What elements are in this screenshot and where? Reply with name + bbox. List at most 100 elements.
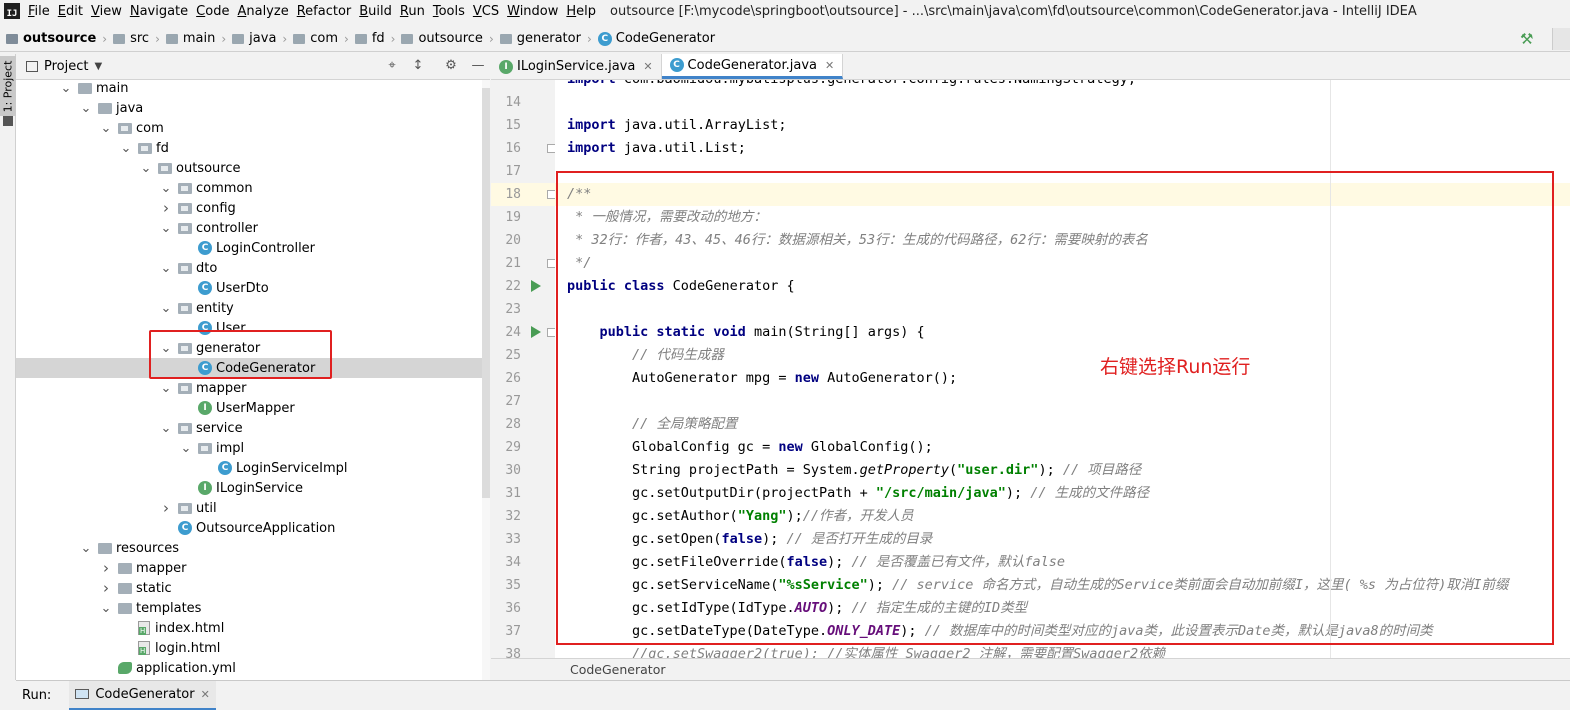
chevron-down-icon[interactable]: ⌄ [100, 121, 112, 136]
menu-file[interactable]: File [28, 4, 50, 19]
chevron-down-icon[interactable]: ⌄ [160, 221, 172, 236]
breadcrumb-separator: › [390, 31, 396, 46]
breadcrumb-item-generator[interactable]: generator [499, 31, 581, 46]
breadcrumb-item-src[interactable]: src [113, 31, 149, 46]
tree-item-main[interactable]: ⌄ main [16, 80, 482, 98]
tree-item-index-html[interactable]: index.html [16, 618, 482, 638]
code-line-partial[interactable]: import com.baomidou.mybatisplus.generato… [555, 80, 1570, 91]
tree-item-userdto[interactable]: C UserDto [16, 278, 482, 298]
chevron-right-icon[interactable]: › [100, 579, 112, 597]
editor-breadcrumb-item[interactable]: CodeGenerator [570, 662, 665, 677]
breadcrumb-item-codegenerator[interactable]: C CodeGenerator [597, 31, 715, 46]
breadcrumb-item-com[interactable]: com [293, 31, 338, 46]
menu-navigate[interactable]: Navigate [130, 4, 188, 19]
chevron-down-icon[interactable]: ⌄ [180, 441, 192, 456]
chevron-down-icon[interactable]: ⌄ [80, 541, 92, 556]
run-gutter-icon[interactable] [531, 280, 541, 292]
tree-item-common[interactable]: ⌄ common [16, 178, 482, 198]
run-gutter-icon[interactable] [531, 326, 541, 338]
menu-build[interactable]: Build [359, 4, 392, 19]
menu-run[interactable]: Run [400, 4, 425, 19]
menu-refactor[interactable]: Refactor [297, 4, 352, 19]
tree-item-static[interactable]: › static [16, 578, 482, 598]
chevron-down-icon[interactable]: ⌄ [160, 261, 172, 276]
chevron-down-icon[interactable]: ▼ [94, 61, 102, 72]
structure-tool-window-button[interactable] [3, 116, 13, 126]
editor-tab-codegenerator-java[interactable]: C CodeGenerator.java ✕ [661, 54, 844, 79]
project-panel-title[interactable]: Project [44, 59, 88, 74]
tree-item-dto[interactable]: ⌄ dto [16, 258, 482, 278]
chevron-down-icon[interactable]: ⌄ [80, 101, 92, 116]
tree-item-outsourceapplication[interactable]: C OutsourceApplication [16, 518, 482, 538]
tree-item-fd[interactable]: ⌄ fd [16, 138, 482, 158]
tree-item-mapper[interactable]: ⌄ mapper [16, 378, 482, 398]
tree-item-login-html[interactable]: login.html [16, 638, 482, 658]
toolbar-overflow[interactable] [1552, 28, 1570, 50]
breadcrumb-item-java[interactable]: java [232, 31, 276, 46]
menu-code[interactable]: Code [196, 4, 229, 19]
tree-item-controller[interactable]: ⌄ controller [16, 218, 482, 238]
menu-help[interactable]: Help [566, 4, 596, 19]
chevron-down-icon[interactable]: ⌄ [160, 181, 172, 196]
project-tree-scrollbar-thumb[interactable] [482, 88, 490, 498]
tree-item-service[interactable]: ⌄ service [16, 418, 482, 438]
chevron-right-icon[interactable]: › [100, 559, 112, 577]
fold-marker-icon[interactable] [547, 328, 555, 337]
close-icon[interactable]: ✕ [201, 688, 210, 701]
close-icon[interactable]: ✕ [643, 60, 652, 73]
locate-target-icon[interactable]: ⌖ [384, 58, 400, 74]
tree-item-mapper[interactable]: › mapper [16, 558, 482, 578]
menu-vcs[interactable]: VCS [473, 4, 499, 19]
project-tool-window-label[interactable]: 1: Project [2, 59, 15, 115]
chevron-down-icon[interactable]: ⌄ [160, 381, 172, 396]
fold-marker-icon[interactable] [547, 144, 555, 153]
menu-tools[interactable]: Tools [433, 4, 465, 19]
chevron-down-icon[interactable]: ⌄ [160, 301, 172, 316]
menu-bar: IJ File Edit View Navigate Code Analyze Refact… [0, 0, 1570, 22]
tree-item-logincontroller[interactable]: C LoginController [16, 238, 482, 258]
tree-item-util[interactable]: › util [16, 498, 482, 518]
tree-item-loginserviceimpl[interactable]: C LoginServiceImpl [16, 458, 482, 478]
tree-item-usermapper[interactable]: I UserMapper [16, 398, 482, 418]
code-line-38[interactable]: //gc.setSwagger2(true); //实体属性 Swagger2 … [555, 643, 1570, 658]
build-hammer-icon[interactable]: ⚒ [1520, 31, 1536, 47]
chevron-right-icon[interactable]: › [160, 199, 172, 217]
hide-panel-icon[interactable]: — [470, 58, 486, 74]
gear-icon[interactable]: ⚙ [443, 58, 459, 74]
breadcrumb-item-outsource[interactable]: outsource [6, 31, 96, 46]
menu-edit[interactable]: Edit [58, 4, 83, 19]
tree-item-java[interactable]: ⌄ java [16, 98, 482, 118]
tree-item-templates[interactable]: ⌄ templates [16, 598, 482, 618]
collapse-all-icon[interactable]: ↕ [410, 58, 426, 74]
tree-item-entity[interactable]: ⌄ entity [16, 298, 482, 318]
chevron-down-icon[interactable]: ⌄ [160, 421, 172, 436]
fold-marker-icon[interactable] [547, 190, 555, 199]
breadcrumb-item-fd[interactable]: fd [354, 31, 385, 46]
tree-item-label: OutsourceApplication [196, 520, 336, 536]
tree-item-com[interactable]: ⌄ com [16, 118, 482, 138]
menu-view[interactable]: View [91, 4, 122, 19]
chevron-down-icon[interactable]: ⌄ [140, 161, 152, 176]
tree-item-iloginservice[interactable]: I ILoginService [16, 478, 482, 498]
tree-item-outsource[interactable]: ⌄ outsource [16, 158, 482, 178]
breadcrumb-item-main[interactable]: main [165, 31, 215, 46]
code-line-16[interactable]: import java.util.List; [555, 137, 1570, 160]
menu-window[interactable]: Window [507, 4, 558, 19]
code-line-14[interactable] [555, 91, 1570, 114]
chevron-down-icon[interactable]: ⌄ [60, 81, 72, 96]
fold-marker-icon[interactable] [547, 259, 555, 268]
close-icon[interactable]: ✕ [825, 59, 834, 72]
breadcrumb-item-outsource[interactable]: outsource [401, 31, 483, 46]
menu-analyze[interactable]: Analyze [237, 4, 288, 19]
tree-item-config[interactable]: › config [16, 198, 482, 218]
chevron-down-icon[interactable]: ⌄ [120, 141, 132, 156]
code-line-15[interactable]: import java.util.ArrayList; [555, 114, 1570, 137]
tree-item-impl[interactable]: ⌄ impl [16, 438, 482, 458]
editor-tab-iloginservice-java[interactable]: I ILoginService.java ✕ [491, 54, 662, 79]
tree-item-application-yml[interactable]: application.yml [16, 658, 482, 678]
tree-item-resources[interactable]: ⌄ resources [16, 538, 482, 558]
chevron-right-icon[interactable]: › [160, 499, 172, 517]
chevron-down-icon[interactable]: ⌄ [100, 601, 112, 616]
line-number: 23 [505, 302, 521, 317]
run-tab-codegenerator[interactable]: CodeGenerator ✕ [69, 680, 216, 710]
